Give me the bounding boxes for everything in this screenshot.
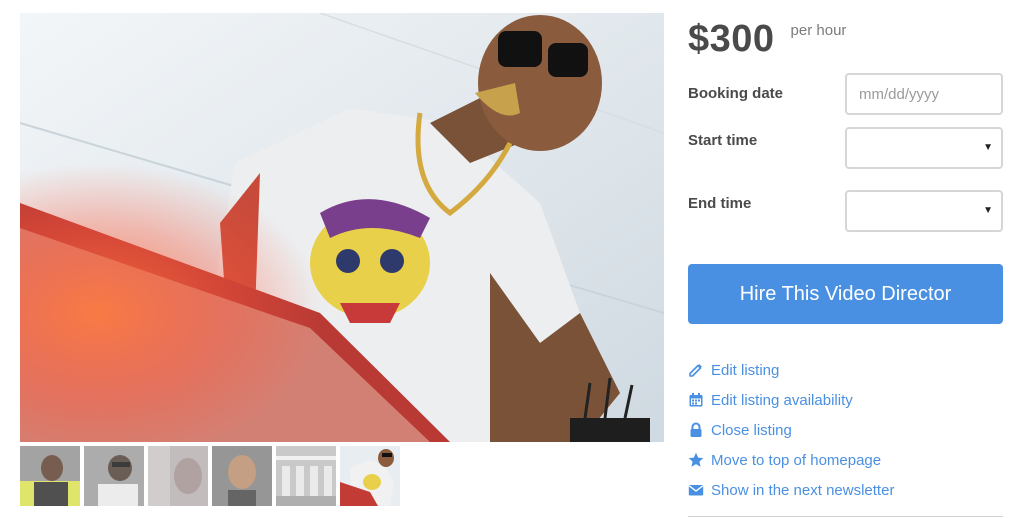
edit-availability-link[interactable]: Edit listing availability (688, 385, 1003, 415)
price-row: $300 per hour (688, 18, 846, 60)
thumbnail-image (148, 446, 208, 506)
booking-date-label: Booking date (688, 85, 784, 102)
main-listing-photo (20, 13, 664, 442)
end-time-select[interactable]: ▼ (845, 190, 1003, 232)
thumbnail-image (276, 446, 336, 506)
edit-listing-link[interactable]: Edit listing (688, 355, 1003, 385)
thumbnail-5[interactable] (276, 446, 336, 506)
start-time-label: Start time (688, 132, 758, 149)
hire-video-director-button[interactable]: Hire This Video Director (688, 264, 1003, 324)
thumbnail-image (20, 446, 80, 506)
thumbnail-image (84, 446, 144, 506)
action-label: Show in the next newsletter (711, 481, 895, 499)
dropdown-arrow-icon: ▼ (983, 142, 993, 153)
thumbnail-image (212, 446, 272, 506)
thumbnail-6-selected[interactable] (340, 446, 400, 506)
thumbnail-strip (20, 446, 400, 506)
start-time-select[interactable]: ▼ (845, 127, 1003, 169)
move-to-top-link[interactable]: Move to top of homepage (688, 445, 1003, 475)
thumbnail-2[interactable] (84, 446, 144, 506)
newsletter-link[interactable]: Show in the next newsletter (688, 475, 1003, 505)
listing-actions: Edit listing Edit listing availability C… (688, 355, 1003, 505)
close-listing-link[interactable]: Close listing (688, 415, 1003, 445)
price-unit: per hour (790, 22, 847, 39)
calendar-icon (688, 392, 704, 408)
action-label: Edit listing (711, 361, 780, 379)
thumbnail-3[interactable] (148, 446, 208, 506)
end-time-label: End time (688, 195, 752, 212)
action-label: Close listing (711, 421, 792, 439)
envelope-icon (688, 482, 704, 498)
lock-icon (688, 422, 704, 438)
pencil-icon (688, 362, 704, 378)
listing-price: $300 (688, 18, 775, 60)
dropdown-arrow-icon: ▼ (983, 205, 993, 216)
section-divider (688, 516, 1003, 517)
photo-illustration (20, 13, 664, 442)
action-label: Move to top of homepage (711, 451, 882, 469)
thumbnail-image (340, 446, 400, 506)
booking-date-input[interactable] (845, 73, 1003, 115)
thumbnail-4[interactable] (212, 446, 272, 506)
thumbnail-1[interactable] (20, 446, 80, 506)
action-label: Edit listing availability (711, 391, 853, 409)
star-icon (688, 452, 704, 468)
